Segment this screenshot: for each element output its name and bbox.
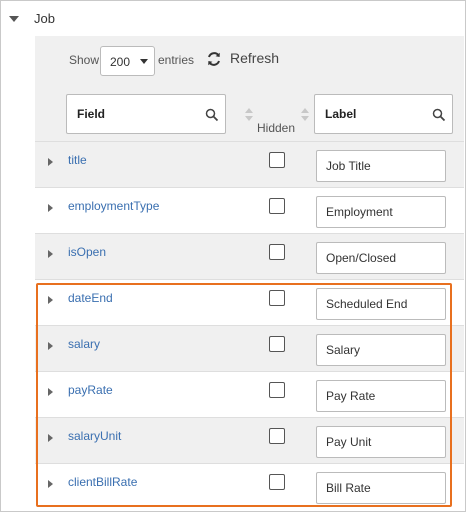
hidden-checkbox[interactable]: [269, 244, 285, 260]
label-input[interactable]: Pay Unit: [316, 426, 446, 458]
entries-select[interactable]: 200: [100, 46, 155, 76]
table-row: title Job Title: [35, 141, 464, 187]
hidden-checkbox[interactable]: [269, 336, 285, 352]
entries-value: 200: [110, 55, 131, 69]
caret-right-icon[interactable]: [48, 480, 53, 488]
hidden-checkbox[interactable]: [269, 474, 285, 490]
caret-right-icon[interactable]: [48, 342, 53, 350]
hidden-checkbox[interactable]: [269, 428, 285, 444]
table-row: salary Salary: [35, 325, 464, 371]
field-name[interactable]: clientBillRate: [68, 475, 137, 489]
field-header-label: Field: [77, 107, 106, 121]
sort-icon[interactable]: [245, 108, 253, 122]
table-row: employmentType Employment: [35, 187, 464, 233]
label-filter-input[interactable]: Label: [314, 94, 453, 134]
refresh-icon: [208, 52, 220, 66]
hidden-checkbox[interactable]: [269, 152, 285, 168]
caret-right-icon[interactable]: [48, 250, 53, 258]
caret-right-icon[interactable]: [48, 388, 53, 396]
caret-down-icon[interactable]: [9, 16, 19, 22]
label-input[interactable]: Employment: [316, 196, 446, 228]
caret-right-icon[interactable]: [48, 204, 53, 212]
hidden-checkbox[interactable]: [269, 290, 285, 306]
table-row: salaryUnit Pay Unit: [35, 417, 464, 463]
show-label: Show: [69, 53, 100, 67]
section-title: Job: [34, 11, 55, 26]
search-icon: [432, 108, 446, 122]
table-toolbar: Show 200 entries Refresh: [35, 38, 464, 90]
hidden-header-label: Hidden: [257, 121, 296, 135]
label-input[interactable]: Bill Rate: [316, 472, 446, 504]
label-input[interactable]: Pay Rate: [316, 380, 446, 412]
label-input[interactable]: Scheduled End: [316, 288, 446, 320]
chevron-down-icon: [140, 59, 148, 64]
search-icon: [205, 108, 219, 122]
field-filter-input[interactable]: Field: [66, 94, 226, 134]
section-header[interactable]: Job: [0, 0, 464, 36]
field-name[interactable]: employmentType: [68, 199, 159, 213]
entries-label: entries: [158, 53, 195, 67]
field-name[interactable]: isOpen: [68, 245, 106, 259]
field-name[interactable]: salary: [68, 337, 100, 351]
label-input[interactable]: Salary: [316, 334, 446, 366]
sort-icon[interactable]: [301, 108, 309, 122]
label-input[interactable]: Open/Closed: [316, 242, 446, 274]
table-row: isOpen Open/Closed: [35, 233, 464, 279]
refresh-button[interactable]: Refresh: [206, 48, 288, 72]
field-name[interactable]: dateEnd: [68, 291, 113, 305]
table-row: dateEnd Scheduled End: [35, 279, 464, 325]
table-header: Field Hidden Label: [35, 90, 464, 140]
field-name[interactable]: salaryUnit: [68, 429, 121, 443]
hidden-checkbox[interactable]: [269, 382, 285, 398]
field-name[interactable]: payRate: [68, 383, 113, 397]
refresh-label: Refresh: [230, 50, 280, 66]
caret-right-icon[interactable]: [48, 296, 53, 304]
caret-right-icon[interactable]: [48, 158, 53, 166]
hidden-checkbox[interactable]: [269, 198, 285, 214]
label-header-label: Label: [325, 107, 357, 121]
table-row: payRate Pay Rate: [35, 371, 464, 417]
table-row: clientBillRate Bill Rate: [35, 463, 464, 509]
label-input[interactable]: Job Title: [316, 150, 446, 182]
field-name[interactable]: title: [68, 153, 87, 167]
caret-right-icon[interactable]: [48, 434, 53, 442]
